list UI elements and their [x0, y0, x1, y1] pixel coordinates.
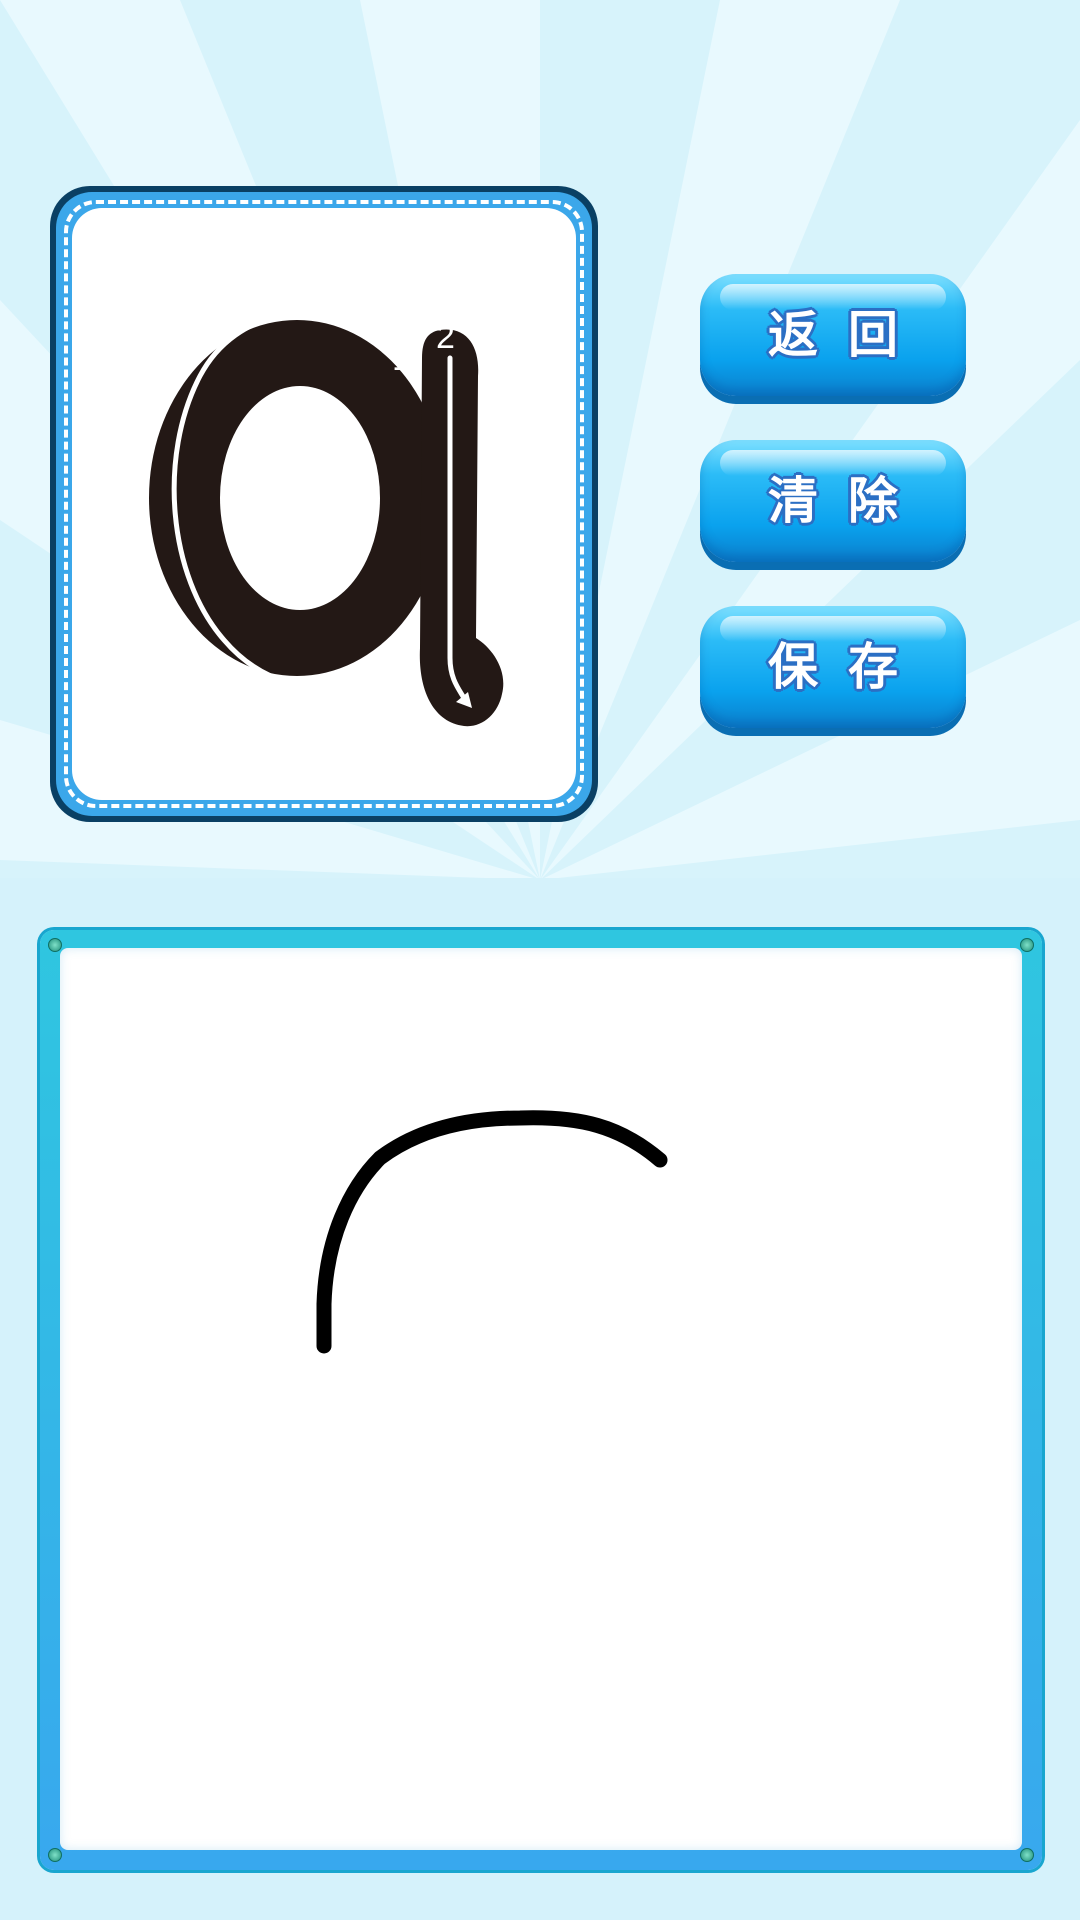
- drawn-stroke-layer: [316, 1110, 668, 1354]
- stroke-number-2: 2: [436, 318, 455, 356]
- board-screw-icon: [1020, 1848, 1034, 1862]
- back-button-label: 返回: [768, 306, 928, 364]
- drawing-board: [40, 930, 1042, 1870]
- board-screw-icon: [1020, 938, 1034, 952]
- save-button-label: 保存: [768, 638, 928, 696]
- stroke-number-1: 1: [392, 340, 411, 378]
- clear-button-label: 清除: [768, 472, 928, 530]
- clear-button[interactable]: 清除: [700, 440, 966, 562]
- board-screw-icon: [48, 1848, 62, 1862]
- save-button[interactable]: 保存: [700, 606, 966, 728]
- back-button[interactable]: 返回: [700, 274, 966, 396]
- user-drawn-stroke: [316, 1110, 668, 1354]
- letter-reference-card: a 1 2: [50, 186, 598, 822]
- letter-a-stroke-guide: a 1 2: [149, 309, 504, 727]
